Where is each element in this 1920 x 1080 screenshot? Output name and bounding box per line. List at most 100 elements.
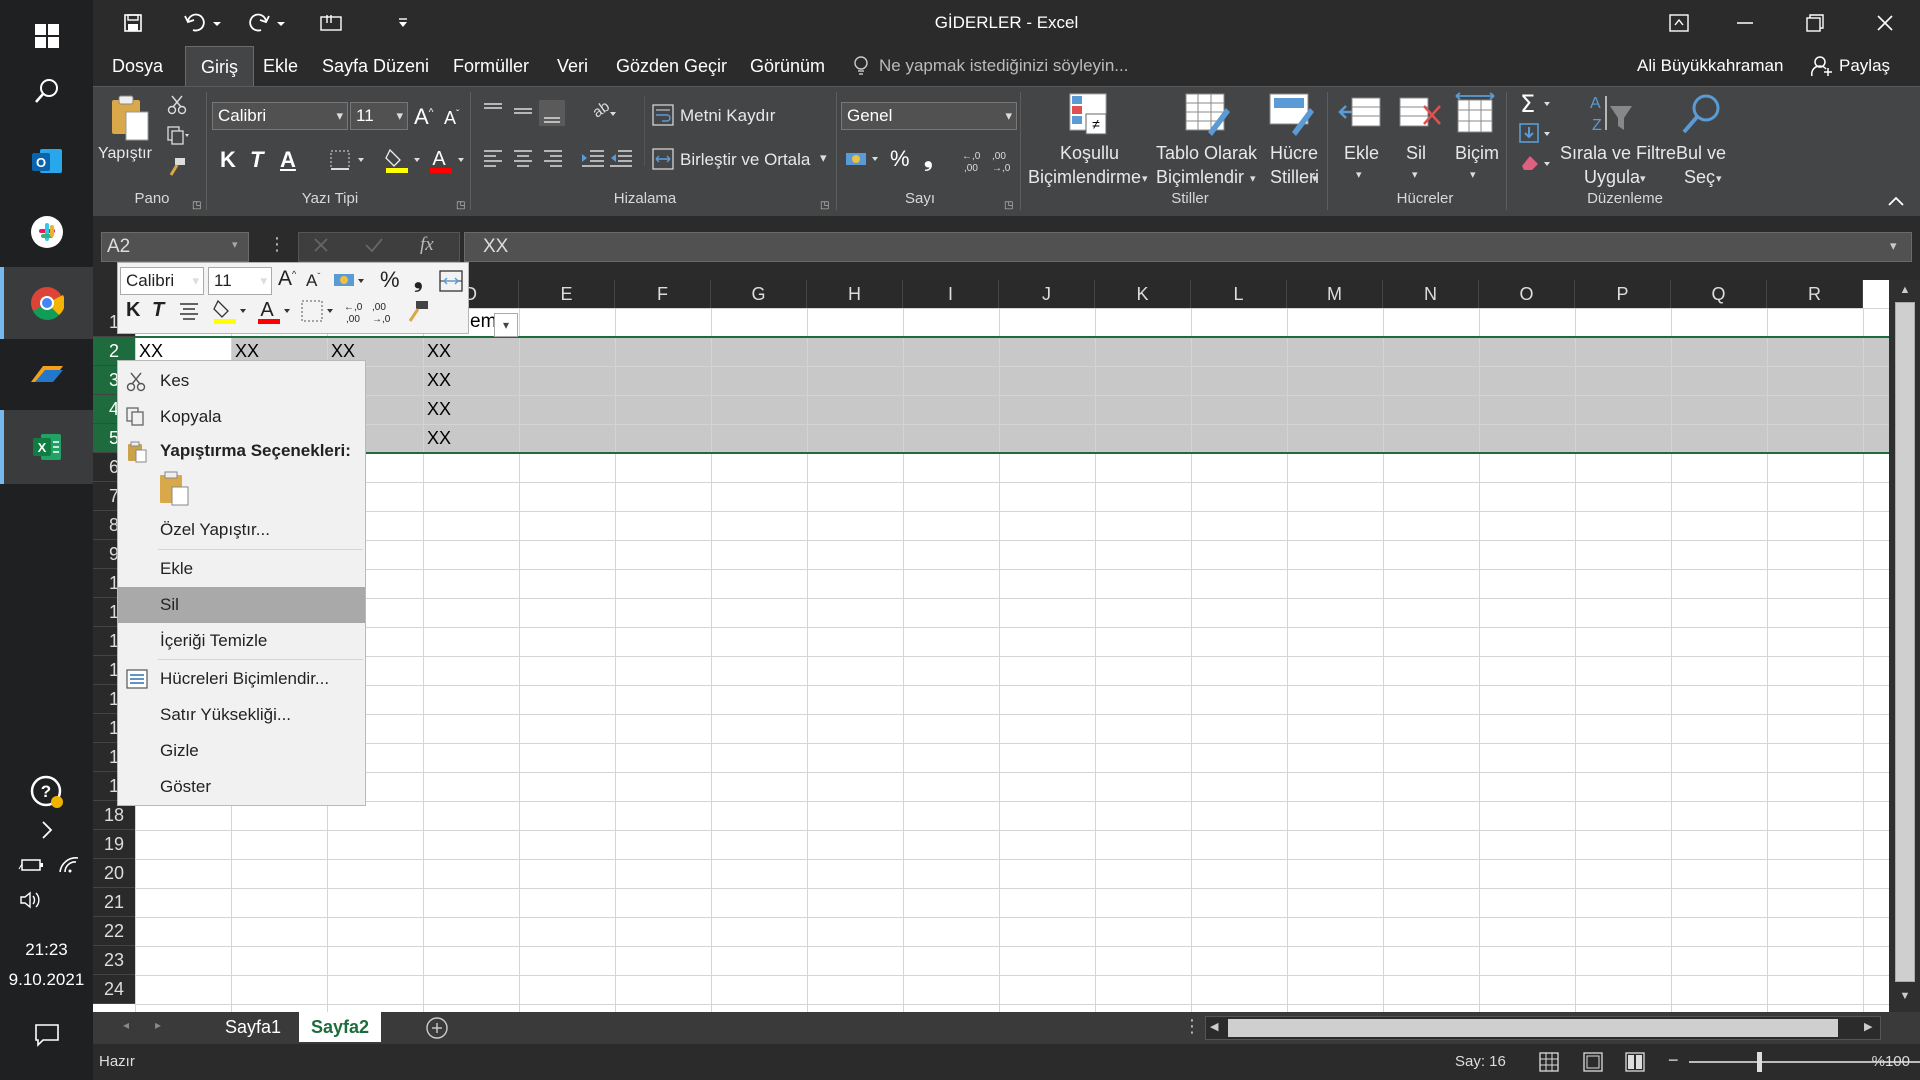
paste-icon[interactable] [108,94,152,144]
mini-italic-button[interactable]: T [152,299,164,322]
borders-icon[interactable] [330,150,368,170]
close-button[interactable] [1857,0,1913,46]
horizontal-scroll-thumb[interactable] [1228,1019,1838,1037]
sort-filter-label-2[interactable]: Uygula [1584,167,1640,188]
conditional-format-label-1[interactable]: Koşullu [1060,143,1119,164]
mini-decrease-font-icon[interactable]: Aˇ [306,271,320,291]
merge-center-button[interactable]: Birleştir ve Ortala [680,150,810,170]
row-header-20[interactable]: 20 [93,859,135,888]
orientation-icon[interactable]: ab [584,102,620,124]
column-header-p[interactable]: P [1575,280,1671,308]
conditional-format-label-2[interactable]: Biçimlendirme [1028,167,1141,188]
cell-d2[interactable]: XX [427,337,451,366]
cell-d3[interactable]: XX [427,366,451,395]
menu-item-unhide[interactable]: Göster [118,769,365,805]
mini-fill-color-icon[interactable] [212,297,252,325]
format-cells-icon[interactable] [1452,92,1498,136]
tab-view[interactable]: Görünüm [746,46,829,86]
merge-dropdown-icon[interactable]: ▾ [820,150,827,166]
filter-dropdown-button[interactable]: ▾ [494,313,518,337]
row-header-21[interactable]: 21 [93,888,135,917]
menu-item-row-height[interactable]: Satır Yüksekliği... [118,697,365,733]
mini-center-icon[interactable] [178,301,200,323]
menu-item-insert[interactable]: Ekle [118,551,365,587]
confirm-formula-icon[interactable] [364,236,384,254]
insert-function-button[interactable]: fx [420,234,434,256]
fill-icon[interactable] [1518,122,1558,144]
cell-styles-icon[interactable] [1268,92,1314,138]
cut-icon[interactable] [167,95,187,115]
row-header-24[interactable]: 24 [93,975,135,1004]
mini-bold-button[interactable]: K [126,299,140,322]
italic-button[interactable]: T [250,147,263,173]
menu-item-delete[interactable]: Sil [118,587,365,623]
cell-d5[interactable]: XX [427,424,451,453]
tell-me-search[interactable]: Ne yapmak istediğinizi söyleyin... [879,46,1128,86]
row-header-19[interactable]: 19 [93,830,135,859]
excel-taskbar-icon[interactable]: X [0,410,93,484]
page-layout-view-icon[interactable] [1583,1052,1603,1072]
column-header-r[interactable]: R [1767,280,1863,308]
formula-input[interactable]: XX [464,232,1912,262]
format-as-table-label-2[interactable]: Biçimlendir [1156,167,1244,188]
find-select-label-2[interactable]: Seç [1684,167,1715,188]
mini-increase-font-icon[interactable]: A^ [278,267,296,291]
horizontal-scrollbar[interactable]: ◀ ▶ [1205,1016,1881,1040]
user-name[interactable]: Ali Büyükkahraman [1637,46,1783,86]
zoom-slider-thumb[interactable] [1757,1052,1762,1072]
mini-borders-icon[interactable] [301,299,339,323]
slack-icon[interactable] [0,196,93,268]
sort-filter-label-1[interactable]: Sırala ve Filtre [1560,143,1676,164]
wrap-text-icon[interactable] [652,104,674,126]
sheet-scroll-right-icon[interactable]: ▸ [155,1018,161,1032]
column-header-o[interactable]: O [1479,280,1575,308]
azure-icon[interactable] [0,338,93,410]
find-select-icon[interactable] [1680,92,1724,136]
mini-format-painter-icon[interactable] [406,299,430,323]
outlook-icon[interactable]: O [0,125,93,197]
tab-page-layout[interactable]: Sayfa Düzeni [318,46,433,86]
chevron-right-icon[interactable] [0,815,93,845]
font-color-icon[interactable]: A [428,146,468,174]
merge-center-icon[interactable] [652,148,674,170]
format-dropdown-icon[interactable]: ▾ [1470,168,1476,181]
format-button[interactable]: Biçim [1455,143,1499,164]
mini-decimal-icon[interactable]: ←,0,00,00 →,0 [342,299,402,325]
scroll-down-icon[interactable]: ▼ [1895,990,1915,1010]
mini-font-size-combo[interactable]: 11 [208,267,272,295]
number-launcher-icon[interactable]: ◳ [1004,200,1013,211]
column-header-n[interactable]: N [1383,280,1479,308]
format-painter-icon[interactable] [167,157,187,177]
system-clock[interactable]: 21:23 9.10.2021 [0,935,93,995]
cancel-formula-icon[interactable] [312,236,330,254]
number-format-combo[interactable]: Genel [841,102,1017,130]
mini-font-name-combo[interactable]: Calibri [120,267,204,295]
column-header-e[interactable]: E [519,280,615,308]
cell-d4[interactable]: XX [427,395,451,424]
column-header-l[interactable]: L [1191,280,1287,308]
column-header-m[interactable]: M [1287,280,1383,308]
column-header-f[interactable]: F [615,280,711,308]
minimize-button[interactable] [1717,0,1773,46]
insert-cells-icon[interactable] [1338,94,1384,134]
menu-item-cut[interactable]: Kes [118,363,365,399]
increase-font-size-icon[interactable]: A^ [414,104,433,130]
column-header-k[interactable]: K [1095,280,1191,308]
font-launcher-icon[interactable]: ◳ [456,200,465,211]
tab-home[interactable]: Giriş [185,46,254,86]
sheet-scroll-left-icon[interactable]: ◂ [123,1018,129,1032]
autosum-icon[interactable]: Σ [1518,92,1558,116]
menu-item-paste-special[interactable]: Özel Yapıştır... [118,512,365,548]
copy-icon[interactable] [167,126,191,146]
notification-icon[interactable] [0,1000,93,1070]
chrome-icon[interactable] [0,267,93,339]
tab-splitter-icon[interactable]: ⋮ [1183,1016,1201,1037]
sheet-tab-sayfa2[interactable]: Sayfa2 [299,1012,382,1042]
comma-button[interactable]: ❟ [924,146,933,172]
mini-currency-icon[interactable] [332,269,368,293]
hscroll-left-icon[interactable]: ◀ [1210,1020,1218,1033]
paste-button[interactable]: Yapıştır [98,145,152,163]
row-header-22[interactable]: 22 [93,917,135,946]
percent-button[interactable]: % [890,146,910,172]
restore-button[interactable] [1787,0,1843,46]
